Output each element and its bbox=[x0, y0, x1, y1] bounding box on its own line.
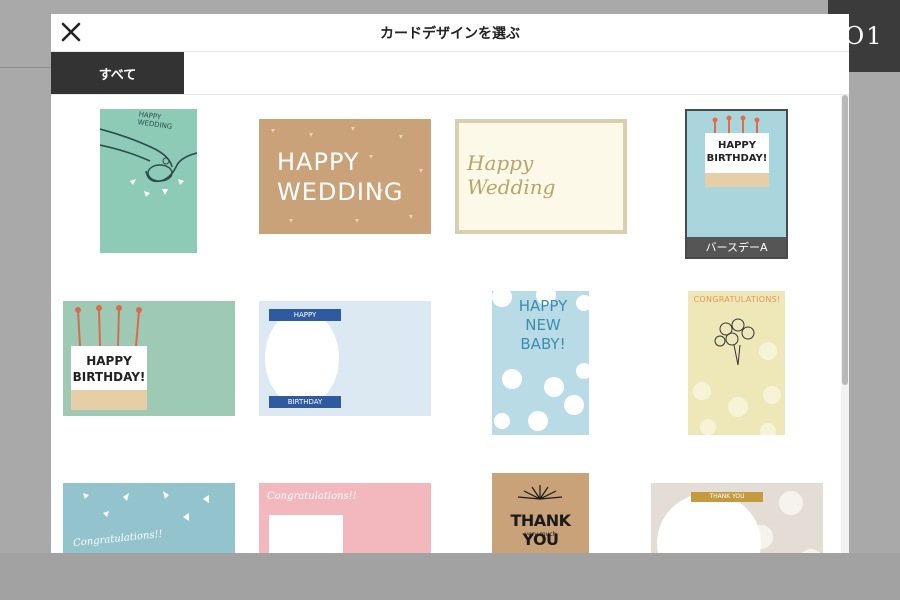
scrollbar-thumb[interactable] bbox=[842, 95, 848, 385]
close-icon bbox=[61, 22, 81, 42]
dialog-header: カードデザインを選ぶ bbox=[51, 14, 849, 52]
category-tabs: すべて bbox=[51, 52, 849, 95]
card-text: THANK YOU bbox=[709, 493, 745, 500]
card-design-grid: HAPPY WEDDING HAPPY WEDDING Happy Weddin… bbox=[51, 95, 841, 553]
card-happy-new-baby[interactable]: HAPPY NEW BABY! bbox=[492, 291, 589, 435]
card-bottom-text: BIRTHDAY bbox=[287, 398, 323, 406]
card-congratulations-bouquet[interactable]: CONGRATULATIONS! bbox=[688, 291, 785, 435]
tab-all[interactable]: すべて bbox=[51, 52, 184, 94]
card-text: HAPPY BIRTHDAY! bbox=[72, 354, 146, 384]
card-congratulations-pink[interactable]: Congratulations!! bbox=[259, 483, 431, 553]
card-subtext: very much bbox=[524, 531, 557, 538]
card-text: HAPPY NEW BABY! bbox=[518, 297, 568, 353]
card-selected-label: バースデーA bbox=[687, 237, 786, 257]
card-happy-wedding-kraft[interactable]: HAPPY WEDDING bbox=[259, 119, 431, 234]
close-button[interactable] bbox=[60, 21, 82, 43]
background-bottom-band bbox=[0, 553, 900, 600]
card-text: Happy Wedding bbox=[467, 151, 556, 199]
card-text: HAPPY BIRTHDAY! bbox=[706, 140, 768, 164]
card-happy-wedding-hands[interactable]: HAPPY WEDDING bbox=[100, 109, 197, 253]
card-thank-you-dots[interactable]: THANK YOU bbox=[651, 483, 823, 553]
birthday-cake-illustration bbox=[687, 111, 786, 257]
card-text: Congratulations!! bbox=[267, 491, 357, 502]
card-top-text: HAPPY bbox=[293, 311, 317, 319]
card-happy-wedding-script[interactable]: Happy Wedding bbox=[455, 119, 627, 234]
background-divider bbox=[0, 67, 51, 68]
wedding-hands-illustration bbox=[100, 128, 197, 197]
card-thank-you-kraft[interactable]: THANK YOU very much bbox=[492, 473, 589, 553]
card-text: HAPPY WEDDING bbox=[277, 148, 404, 206]
bouquet-illustration bbox=[693, 318, 781, 435]
card-design-dialog: カードデザインを選ぶ すべて HAPPY WEDDING HAPPY WEDDI… bbox=[51, 14, 849, 553]
card-text: CONGRATULATIONS! bbox=[693, 295, 781, 304]
dialog-title: カードデザインを選ぶ bbox=[380, 25, 520, 42]
grid-scrollbar[interactable] bbox=[841, 95, 849, 553]
card-text: THANK YOU bbox=[510, 511, 571, 549]
card-happy-birthday-frame[interactable]: HAPPY BIRTHDAY bbox=[259, 301, 431, 416]
card-happy-birthday-cake[interactable]: HAPPY BIRTHDAY! bbox=[63, 301, 235, 416]
card-birthday-a-selected[interactable]: HAPPY BIRTHDAY! バースデーA bbox=[685, 109, 788, 259]
card-congratulations-blue[interactable]: Congratulations!! bbox=[63, 483, 235, 553]
